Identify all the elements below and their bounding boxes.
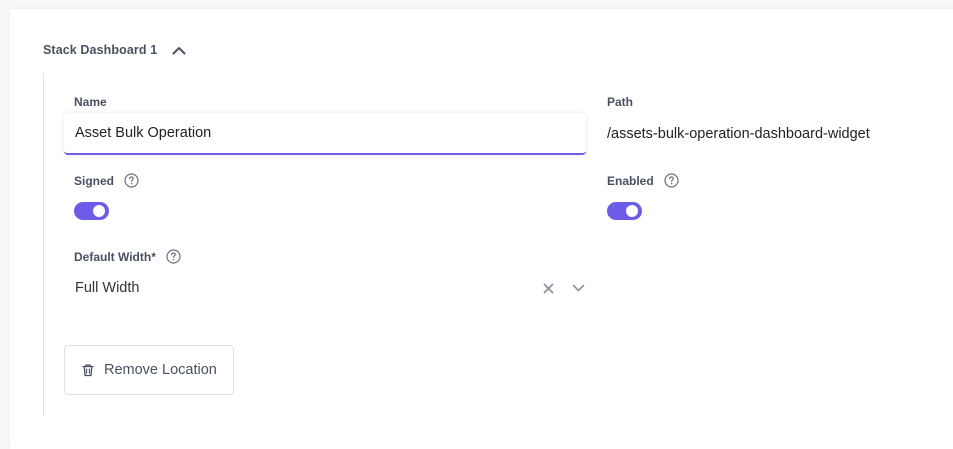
enabled-label-text: Enabled [607,173,654,188]
chevron-up-icon[interactable] [171,43,187,57]
default-width-select[interactable]: Full Width [64,276,586,300]
toggle-knob [93,205,105,217]
name-field-wrapper [64,113,586,155]
name-label-text: Name [74,95,107,109]
name-input[interactable] [64,113,586,153]
chevron-down-icon[interactable] [570,280,586,296]
path-label: Path [607,95,633,109]
default-width-label-text: Default Width* [74,249,156,264]
signed-label: Signed [74,173,139,188]
signed-label-text: Signed [74,173,115,188]
clear-icon[interactable] [540,280,556,296]
help-icon[interactable] [664,173,679,188]
help-icon[interactable] [166,249,181,264]
remove-location-button[interactable]: Remove Location [64,345,234,395]
enabled-label: Enabled [607,173,679,188]
default-width-label: Default Width* [74,249,181,264]
section-title: Stack Dashboard 1 [43,43,158,57]
toggle-knob [626,205,638,217]
trash-icon [81,363,95,377]
enabled-toggle[interactable] [607,202,642,220]
path-value: /assets-bulk-operation-dashboard-widget [607,126,870,142]
default-width-value: Full Width [75,280,140,296]
path-label-text: Path [607,95,634,109]
section-divider [43,73,44,416]
location-card: Stack Dashboard 1 Name Path /assets-bulk… [10,9,953,449]
help-icon[interactable] [124,173,139,188]
remove-location-label: Remove Location [104,362,217,378]
signed-toggle[interactable] [74,202,109,220]
section-toggle[interactable]: Stack Dashboard 1 [43,43,187,57]
name-label: Name [74,95,107,109]
